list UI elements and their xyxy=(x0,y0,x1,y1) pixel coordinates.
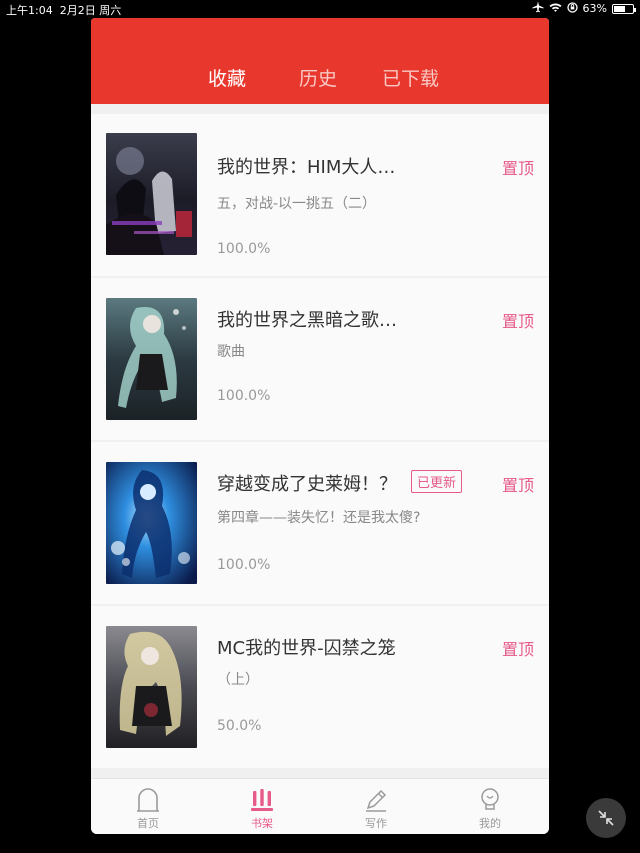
minimize-float-button[interactable] xyxy=(586,798,626,838)
book-cover[interactable] xyxy=(106,626,197,748)
book-progress: 50.0% xyxy=(217,718,262,734)
book-latest-chapter: 五，对战-以一挑五（二） xyxy=(217,196,377,212)
pin-to-top-button[interactable]: 置顶 xyxy=(502,636,534,660)
book-latest-chapter: 第四章——装失忆！还是我太傻? xyxy=(217,510,421,526)
bottom-tab-bar: 首页 书架 写作 我的 xyxy=(91,778,549,834)
book-progress: 100.0% xyxy=(217,388,271,404)
tab-downloaded[interactable]: 已下载 xyxy=(382,64,439,91)
bookshelf-icon xyxy=(205,787,319,813)
pin-to-top-button[interactable]: 置顶 xyxy=(502,155,534,179)
status-icons: 63% xyxy=(532,1,636,16)
updated-badge: 已更新 xyxy=(411,470,463,493)
book-title[interactable]: 穿越变成了史莱姆！？ xyxy=(217,470,397,496)
book-cover[interactable] xyxy=(106,298,197,420)
nav-profile[interactable]: 我的 xyxy=(433,779,547,834)
tab-history[interactable]: 历史 xyxy=(299,64,337,91)
airplane-icon xyxy=(532,1,544,16)
wifi-icon xyxy=(549,2,562,16)
orientation-lock-icon xyxy=(566,1,578,16)
pin-to-top-button[interactable]: 置顶 xyxy=(502,472,534,496)
nav-write-label: 写作 xyxy=(365,817,387,830)
nav-bookshelf-label: 书架 xyxy=(251,817,273,830)
book-item[interactable]: MC我的世界-囚禁之笼 （上） 50.0% 置顶 xyxy=(91,606,549,768)
battery-fill xyxy=(614,5,626,12)
nav-home[interactable]: 首页 xyxy=(91,779,205,834)
book-item[interactable]: 穿越变成了史莱姆！？ 已更新 第四章——装失忆！还是我太傻? 100.0% 置顶 xyxy=(91,442,549,604)
battery-icon xyxy=(612,3,636,14)
nav-profile-label: 我的 xyxy=(479,817,501,830)
status-bar: 上午1:04 2月2日 周六 63% xyxy=(0,0,640,18)
profile-icon xyxy=(433,787,547,813)
pencil-icon xyxy=(319,787,433,813)
book-cover[interactable] xyxy=(106,462,197,584)
battery-percent: 63% xyxy=(582,2,607,15)
tab-favorites[interactable]: 收藏 xyxy=(208,64,246,91)
nav-home-label: 首页 xyxy=(137,817,159,830)
book-latest-chapter: （上） xyxy=(217,672,259,688)
book-latest-chapter: 歌曲 xyxy=(217,344,245,360)
book-title[interactable]: MC我的世界-囚禁之笼 xyxy=(217,634,396,660)
home-icon xyxy=(91,787,205,813)
book-item[interactable]: 我的世界：HIM大人… 五，对战-以一挑五（二） 100.0% 置顶 xyxy=(91,114,549,276)
status-time-date: 上午1:04 2月2日 周六 xyxy=(6,2,121,18)
header-bar: 收藏 历史 已下载 xyxy=(91,18,549,104)
book-item[interactable]: 我的世界之黑暗之歌… 歌曲 100.0% 置顶 xyxy=(91,278,549,440)
book-cover[interactable] xyxy=(106,133,197,255)
book-title[interactable]: 我的世界：HIM大人… xyxy=(217,153,395,179)
book-title[interactable]: 我的世界之黑暗之歌… xyxy=(217,306,397,332)
nav-bookshelf[interactable]: 书架 xyxy=(205,779,319,834)
book-progress: 100.0% xyxy=(217,557,271,573)
status-date: 2月2日 周六 xyxy=(59,4,122,17)
book-progress: 100.0% xyxy=(217,241,271,257)
pin-to-top-button[interactable]: 置顶 xyxy=(502,308,534,332)
collapse-arrows-icon xyxy=(586,810,626,842)
app-window: 收藏 历史 已下载 我的世界：HIM大人… 五，对战-以一挑五（二） 100.0… xyxy=(91,18,549,834)
bookshelf-list: 我的世界：HIM大人… 五，对战-以一挑五（二） 100.0% 置顶 我的世界之… xyxy=(91,104,549,778)
status-time: 上午1:04 xyxy=(6,4,53,17)
nav-write[interactable]: 写作 xyxy=(319,779,433,834)
